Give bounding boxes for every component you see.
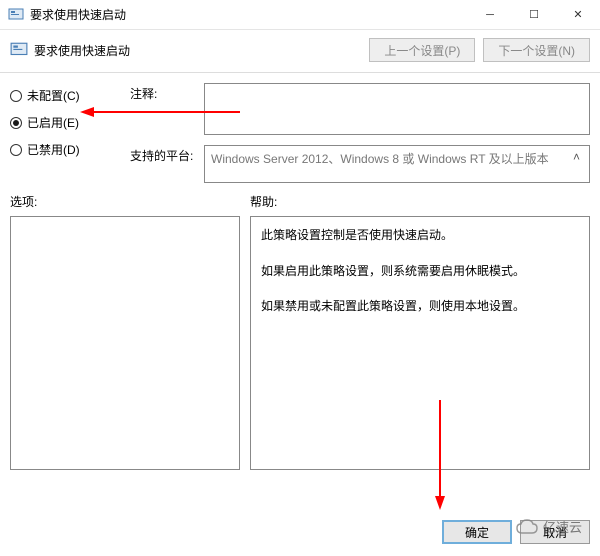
comment-label: 注释: [130, 83, 194, 102]
titlebar: 要求使用快速启动 ─ ☐ ✕ [0, 0, 600, 30]
help-paragraph: 如果启用此策略设置，则系统需要启用休眠模式。 [261, 261, 579, 283]
maximize-button[interactable]: ☐ [512, 0, 556, 30]
window-title: 要求使用快速启动 [30, 6, 468, 23]
help-panel[interactable]: 此策略设置控制是否使用快速启动。 如果启用此策略设置，则系统需要启用休眠模式。 … [250, 216, 590, 470]
help-paragraph: 此策略设置控制是否使用快速启动。 [261, 225, 579, 247]
platform-value: Windows Server 2012、Windows 8 或 Windows … [211, 150, 549, 167]
nav-buttons: 上一个设置(P) 下一个设置(N) [369, 38, 590, 62]
divider [0, 72, 600, 73]
radio-label: 已启用(E) [27, 114, 79, 131]
policy-title: 要求使用快速启动 [34, 42, 363, 59]
ok-button[interactable]: 确定 [442, 520, 512, 544]
next-setting-button[interactable]: 下一个设置(N) [483, 38, 590, 62]
options-label: 选项: [10, 193, 240, 210]
main-area: 未配置(C) 已启用(E) 已禁用(D) 注释: 支持的平台: Windows … [0, 79, 600, 187]
cloud-icon [515, 519, 539, 535]
radio-label: 已禁用(D) [27, 141, 80, 158]
annotation-arrow-icon [80, 106, 240, 120]
caret-up-icon[interactable]: ˄ [573, 150, 583, 164]
help-column: 帮助: 此策略设置控制是否使用快速启动。 如果启用此策略设置，则系统需要启用休眠… [250, 193, 590, 470]
comment-field[interactable] [204, 83, 590, 135]
policy-icon [10, 41, 28, 59]
help-label: 帮助: [250, 193, 590, 210]
panels-row: 选项: 帮助: 此策略设置控制是否使用快速启动。 如果启用此策略设置，则系统需要… [0, 187, 600, 476]
previous-setting-button[interactable]: 上一个设置(P) [369, 38, 475, 62]
platform-row: 支持的平台: Windows Server 2012、Windows 8 或 W… [130, 145, 590, 183]
policy-icon [8, 7, 24, 23]
watermark-text: 亿速云 [543, 517, 582, 536]
help-paragraph: 如果禁用或未配置此策略设置，则使用本地设置。 [261, 296, 579, 318]
radio-label: 未配置(C) [27, 87, 80, 104]
radio-group: 未配置(C) 已启用(E) 已禁用(D) [10, 81, 120, 183]
radio-disabled[interactable]: 已禁用(D) [10, 141, 120, 158]
header-row: 要求使用快速启动 上一个设置(P) 下一个设置(N) [0, 30, 600, 70]
form-column: 注释: 支持的平台: Windows Server 2012、Windows 8… [130, 81, 590, 183]
platform-label: 支持的平台: [130, 145, 194, 164]
close-button[interactable]: ✕ [556, 0, 600, 30]
platform-field: Windows Server 2012、Windows 8 或 Windows … [204, 145, 590, 183]
annotation-arrow-icon [435, 400, 445, 513]
options-panel[interactable] [10, 216, 240, 470]
watermark: 亿速云 [515, 517, 582, 536]
options-column: 选项: [10, 193, 240, 470]
radio-not-configured[interactable]: 未配置(C) [10, 87, 120, 104]
minimize-button[interactable]: ─ [468, 0, 512, 30]
window-controls: ─ ☐ ✕ [468, 0, 600, 30]
